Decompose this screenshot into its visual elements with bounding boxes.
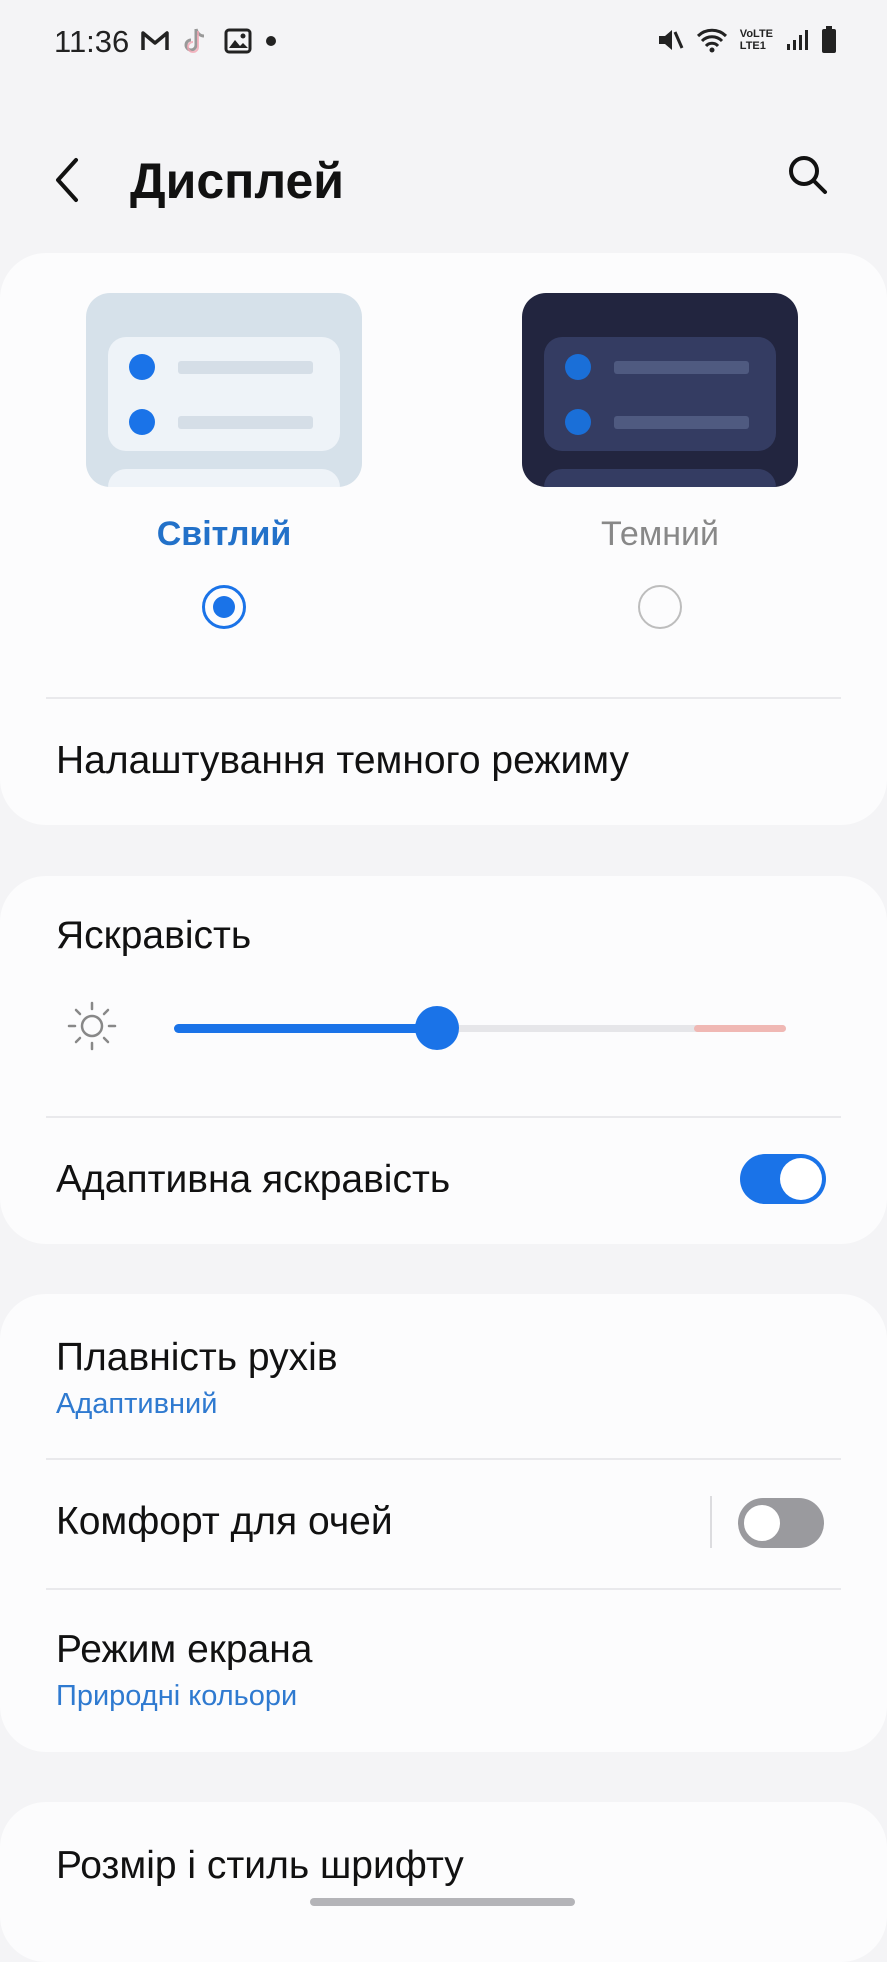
slider-thumb[interactable] [415, 1006, 459, 1050]
signal-icon [787, 30, 808, 50]
adaptive-brightness-label: Адаптивна яскравість [56, 1158, 451, 1201]
eye-comfort-item[interactable]: Комфорт для очей [0, 1460, 887, 1586]
adaptive-brightness-item[interactable]: Адаптивна яскравість [0, 1118, 887, 1244]
eye-comfort-label: Комфорт для очей [56, 1500, 393, 1543]
adaptive-brightness-toggle[interactable] [740, 1154, 826, 1204]
sun-icon [67, 1001, 117, 1051]
wifi-icon [696, 28, 727, 53]
tiktok-icon [184, 28, 205, 53]
dark-theme-option[interactable]: Темний [522, 293, 798, 629]
notification-icons [140, 26, 276, 56]
volte-text: VoLTE [739, 28, 773, 40]
slider-high-zone [694, 1025, 786, 1032]
dark-theme-radio[interactable] [638, 585, 682, 629]
brightness-title: Яскравість [56, 914, 252, 957]
dark-theme-preview [522, 293, 798, 487]
more-notifications-dot [266, 36, 276, 46]
theme-card: Світлий Темний Налаштування темного режи… [0, 253, 887, 825]
toggle-separator [710, 1496, 712, 1548]
light-theme-radio[interactable] [202, 585, 246, 629]
toggle-knob [741, 1502, 783, 1544]
screen-mode-item[interactable]: Режим екрана Природні кольори [0, 1590, 887, 1752]
search-button[interactable] [785, 152, 835, 202]
motion-smoothness-title: Плавність рухів [56, 1336, 338, 1379]
dark-theme-label: Темний [601, 515, 719, 553]
system-icons: VoLTE LTE1 [656, 26, 837, 54]
screen-mode-value: Природні кольори [56, 1680, 298, 1712]
brightness-card: Яскравість Адаптивна яскравість [0, 876, 887, 1244]
eye-comfort-toggle[interactable] [738, 1498, 824, 1548]
light-theme-preview [86, 293, 362, 487]
status-time: 11:36 [54, 24, 130, 59]
light-theme-option[interactable]: Світлий [86, 293, 362, 629]
back-arrow-icon [56, 158, 78, 202]
light-theme-label: Світлий [156, 515, 292, 553]
page-title: Дисплей [130, 153, 345, 209]
gmail-icon [141, 31, 169, 50]
font-card: Розмір і стиль шрифту [0, 1802, 887, 1962]
slider-fill [174, 1024, 437, 1033]
motion-smoothness-value: Адаптивний [56, 1388, 218, 1420]
search-icon [789, 156, 827, 194]
brightness-slider[interactable] [174, 1006, 786, 1050]
status-bar: 11:36 VoLTE LTE1 [0, 0, 887, 86]
back-button[interactable] [52, 150, 92, 210]
volte-lte-icon: VoLTE LTE1 [740, 28, 773, 52]
mute-icon [658, 30, 684, 50]
dark-mode-settings-label: Налаштування темного режиму [56, 739, 630, 782]
app-header: Дисплей [0, 130, 887, 230]
lte-text: LTE1 [739, 40, 766, 52]
motion-smoothness-item[interactable]: Плавність рухів Адаптивний [0, 1294, 887, 1458]
gallery-icon [224, 28, 252, 54]
toggle-knob [780, 1158, 822, 1200]
battery-icon [822, 26, 836, 53]
radio-selected-dot [213, 596, 235, 618]
home-indicator[interactable] [310, 1898, 575, 1906]
display-options-card: Плавність рухів Адаптивний Комфорт для о… [0, 1294, 887, 1752]
font-size-style-title: Розмір і стиль шрифту [56, 1844, 464, 1887]
dark-mode-settings-item[interactable]: Налаштування темного режиму [0, 699, 887, 825]
screen-mode-title: Режим екрана [56, 1628, 313, 1671]
